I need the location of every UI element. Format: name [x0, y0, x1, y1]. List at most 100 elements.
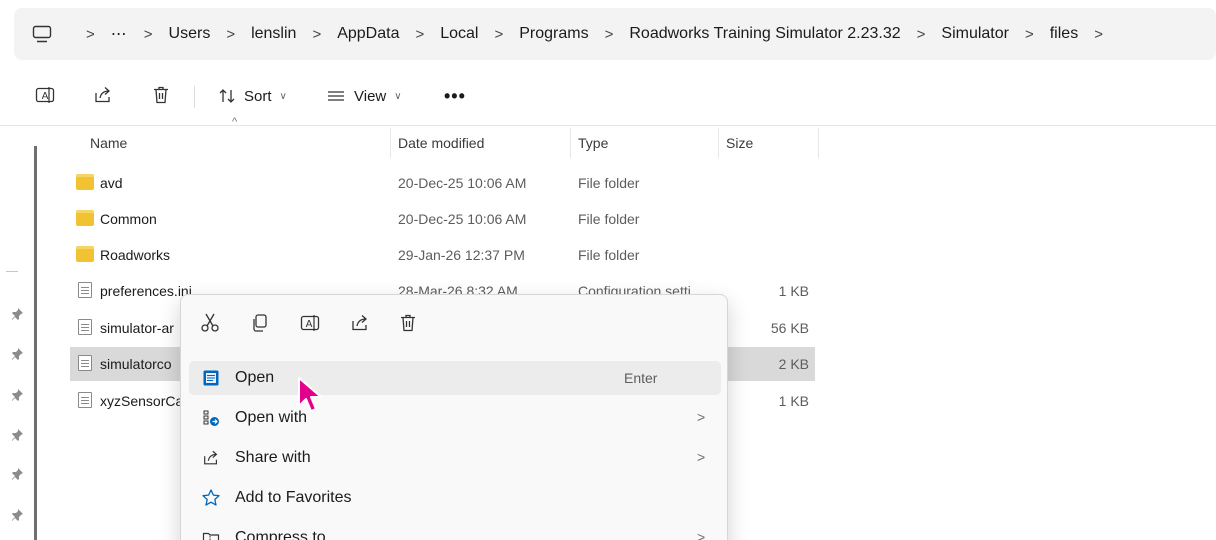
file-type: File folder	[578, 211, 640, 227]
breadcrumb-simulator[interactable]: Simulator	[939, 23, 1011, 45]
column-divider[interactable]	[570, 128, 571, 158]
file-date: 29-Jan-26 12:37 PM	[398, 247, 525, 263]
file-date: 20-Dec-25 10:06 AM	[398, 175, 527, 191]
file-name: simulatorco	[100, 356, 172, 372]
view-icon	[328, 91, 344, 101]
breadcrumb-lenslin[interactable]: lenslin	[249, 23, 298, 45]
menu-item-shortcut: Enter	[624, 370, 658, 386]
breadcrumb-programs[interactable]: Programs	[517, 23, 590, 45]
menu-item-label: Add to Favorites	[235, 489, 352, 506]
context-menu-toolbar: A	[181, 295, 727, 353]
menu-item-add-to-favorites[interactable]: Add to Favorites	[189, 481, 721, 515]
breadcrumb-separator: >	[143, 25, 153, 43]
cut-icon[interactable]	[199, 312, 221, 334]
file-name: Common	[100, 211, 157, 227]
column-header-type[interactable]: Type	[578, 133, 608, 157]
share-icon	[201, 448, 221, 468]
file-row-common[interactable]: Common 20-Dec-25 10:06 AM File folder	[70, 202, 815, 236]
column-header-name[interactable]: Name	[90, 133, 127, 157]
pin-icon[interactable]	[10, 428, 24, 442]
pin-icon[interactable]	[10, 388, 24, 402]
file-type: File folder	[578, 175, 640, 191]
delete-icon[interactable]	[150, 84, 172, 106]
breadcrumb-separator: >	[226, 25, 236, 43]
breadcrumb-separator: >	[604, 25, 614, 43]
breadcrumb-appdata[interactable]: AppData	[335, 23, 401, 45]
breadcrumb-overflow-button[interactable]: ⋯	[109, 22, 130, 46]
rename-icon[interactable]: A	[299, 312, 321, 334]
column-divider[interactable]	[718, 128, 719, 158]
file-name: xyzSensorCa	[100, 393, 184, 409]
chevron-right-icon: >	[697, 449, 706, 465]
folder-icon	[76, 174, 94, 190]
breadcrumb-local[interactable]: Local	[438, 23, 480, 45]
file-row-roadworks[interactable]: Roadworks 29-Jan-26 12:37 PM File folder	[70, 238, 815, 272]
document-icon	[78, 392, 92, 408]
file-date: 20-Dec-25 10:06 AM	[398, 211, 527, 227]
breadcrumb-separator: >	[415, 25, 425, 43]
folder-icon	[76, 246, 94, 262]
pin-icon[interactable]	[10, 347, 24, 361]
pin-icon[interactable]	[10, 467, 24, 481]
breadcrumb-separator: >	[1024, 25, 1034, 43]
rename-icon[interactable]: A	[34, 84, 56, 106]
file-size: 2 KB	[778, 356, 809, 372]
command-separator	[194, 86, 195, 108]
navigation-divider	[6, 271, 18, 272]
pin-icon[interactable]	[10, 307, 24, 321]
more-options-button[interactable]: •••	[444, 86, 466, 107]
view-label: View	[354, 87, 387, 105]
share-icon[interactable]	[349, 312, 371, 334]
svg-text:A: A	[42, 91, 49, 102]
breadcrumb-separator: >	[916, 25, 926, 43]
star-icon	[201, 488, 221, 508]
column-divider[interactable]	[818, 128, 819, 158]
file-row-avd[interactable]: avd 20-Dec-25 10:06 AM File folder	[70, 166, 815, 200]
svg-text:A: A	[306, 319, 313, 330]
file-size: 1 KB	[778, 393, 809, 409]
document-icon	[78, 355, 92, 371]
zip-folder-icon	[201, 528, 221, 540]
menu-item-label: Compress to	[235, 529, 326, 540]
sort-icon	[219, 89, 235, 103]
document-icon	[78, 319, 92, 335]
file-name: avd	[100, 175, 123, 191]
copy-icon[interactable]	[249, 312, 271, 334]
pin-icon[interactable]	[10, 508, 24, 522]
ini-file-icon	[78, 282, 92, 298]
folder-icon	[76, 210, 94, 226]
column-header-size[interactable]: Size	[726, 133, 753, 157]
file-size: 1 KB	[778, 283, 809, 299]
breadcrumb-files[interactable]: files	[1048, 23, 1080, 45]
breadcrumb-separator: >	[312, 25, 322, 43]
menu-item-label: Share with	[235, 449, 311, 466]
breadcrumb-users[interactable]: Users	[167, 23, 213, 45]
mouse-cursor-icon	[298, 377, 322, 412]
open-with-icon	[201, 408, 221, 428]
view-button[interactable]: View ∨	[326, 84, 402, 108]
chevron-down-icon: ∨	[279, 90, 287, 102]
context-menu[interactable]: A Open Enter Open with > Share with > Ad	[180, 294, 728, 540]
menu-item-compress-to[interactable]: Compress to >	[189, 521, 721, 540]
address-bar[interactable]: > ⋯ > Users > lenslin > AppData > Local …	[14, 8, 1216, 60]
sort-label: Sort	[244, 87, 272, 105]
breadcrumb-roadworks-simulator[interactable]: Roadworks Training Simulator 2.23.32	[627, 23, 902, 45]
chevron-right-icon: >	[697, 529, 706, 540]
file-name: preferences.ini	[100, 283, 192, 299]
menu-item-share-with[interactable]: Share with >	[189, 441, 721, 475]
sort-button[interactable]: Sort ∨	[218, 84, 287, 108]
command-bar-divider	[0, 125, 1216, 126]
share-icon[interactable]	[92, 84, 114, 106]
file-type: File folder	[578, 247, 640, 263]
notepad-icon	[201, 368, 221, 388]
navigation-pane-scrollbar[interactable]	[34, 146, 37, 540]
column-divider[interactable]	[390, 128, 391, 158]
file-name: Roadworks	[100, 247, 171, 263]
menu-item-open-with[interactable]: Open with >	[189, 401, 721, 435]
column-header-date-modified[interactable]: Date modified	[398, 133, 484, 157]
breadcrumb-separator: >	[494, 25, 504, 43]
delete-icon[interactable]	[397, 312, 419, 334]
this-pc-icon[interactable]	[32, 25, 52, 43]
file-name: simulator-ar	[100, 320, 174, 336]
menu-item-open[interactable]: Open Enter	[189, 361, 721, 395]
